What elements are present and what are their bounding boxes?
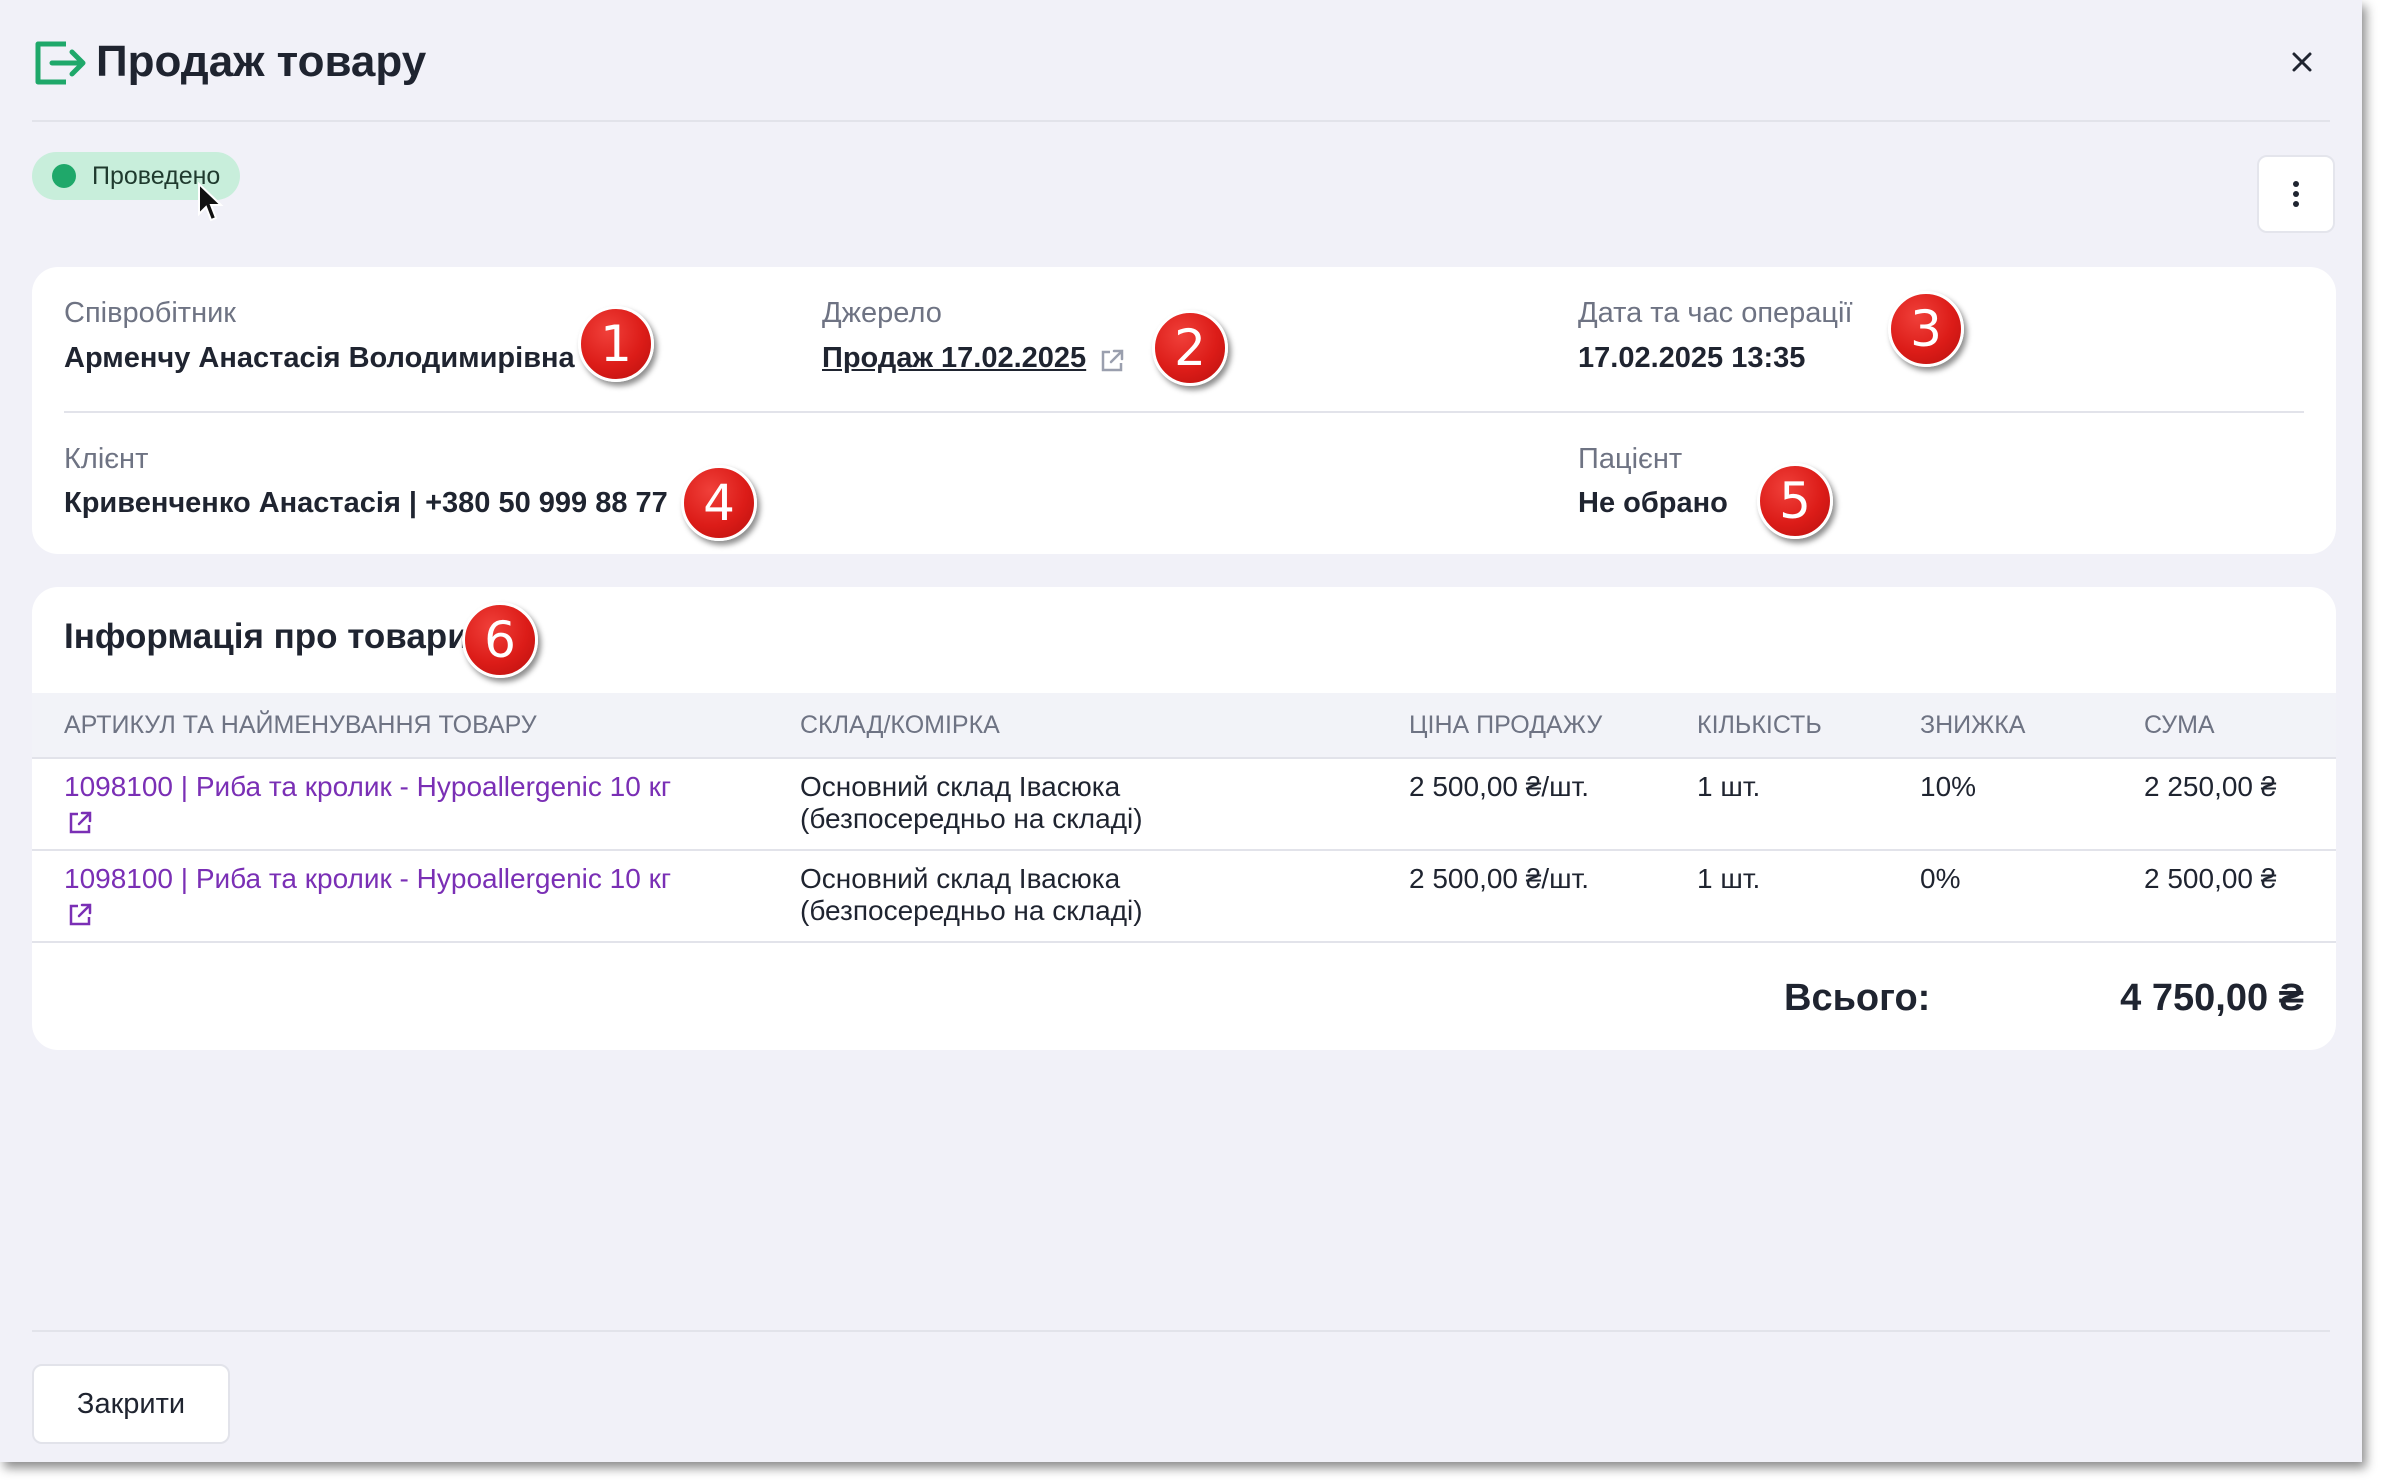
annotation-marker-1: 1	[578, 306, 654, 382]
column-header-product: Артикул та найменування товару	[64, 711, 537, 739]
discount-cell: 0%	[1920, 863, 1961, 894]
annotation-marker-6: 6	[462, 602, 538, 678]
mouse-cursor-icon	[198, 182, 224, 222]
info-divider	[64, 411, 2304, 413]
annotation-marker-2: 2	[1152, 310, 1228, 386]
goods-info-card: Інформація про товари Артикул та наймену…	[32, 587, 2336, 1050]
external-link-icon[interactable]	[1098, 347, 1126, 375]
employee-label: Співробітник	[64, 297, 236, 329]
close-button[interactable]: Закрити	[32, 1364, 230, 1444]
exit-icon	[35, 41, 86, 85]
dialog-title: Продаж товару	[96, 37, 427, 86]
warehouse-cell-location: (безпосередньо на складі)	[800, 803, 1143, 834]
more-options-button[interactable]	[2257, 155, 2335, 233]
table-row: 1098100 | Риба та кролик - Hypoallergeni…	[32, 851, 2336, 943]
price-cell: 2 500,00 ₴/шт.	[1409, 863, 1590, 894]
product-link[interactable]: 1098100 | Риба та кролик - Hypoallergeni…	[64, 771, 671, 803]
table-row: 1098100 | Риба та кролик - Hypoallergeni…	[32, 759, 2336, 851]
patient-value: Не обрано	[1578, 487, 1728, 519]
dialog-header: Продаж товару	[32, 30, 2330, 122]
annotation-marker-5: 5	[1757, 463, 1833, 539]
footer-divider	[32, 1330, 2330, 1332]
total-value: 4 750,00 ₴	[2120, 977, 2304, 1019]
price-cell: 2 500,00 ₴/шт.	[1409, 771, 1590, 802]
warehouse-name: Основний склад Івасюка	[800, 771, 1121, 802]
goods-section-title: Інформація про товари	[64, 617, 469, 656]
quantity-cell: 1 шт.	[1697, 863, 1761, 894]
employee-value: Арменчу Анастасія Володимирівна	[64, 342, 575, 374]
status-dot-icon	[52, 164, 76, 188]
table-header: Артикул та найменування товару Склад/ком…	[32, 693, 2336, 759]
product-link[interactable]: 1098100 | Риба та кролик - Hypoallergeni…	[64, 863, 671, 895]
sum-cell: 2 250,00 ₴	[2144, 771, 2277, 802]
datetime-value: 17.02.2025 13:35	[1578, 342, 1806, 374]
source-label: Джерело	[822, 297, 942, 329]
column-header-quantity: Кількість	[1697, 711, 1822, 739]
datetime-label: Дата та час операції	[1578, 297, 1853, 329]
client-label: Клієнт	[64, 443, 149, 475]
discount-cell: 10%	[1920, 771, 1977, 802]
client-value: Кривенченко Анастасія | +380 50 999 88 7…	[64, 487, 668, 519]
total-label: Всього:	[1784, 977, 1931, 1019]
close-icon[interactable]	[2282, 42, 2322, 82]
warehouse-cell: Основний склад Івасюка (безпосередньо на…	[800, 771, 1143, 835]
vertical-dots-icon	[2293, 181, 2299, 207]
external-link-icon[interactable]	[66, 901, 94, 929]
external-link-icon[interactable]	[66, 809, 94, 837]
source-link[interactable]: Продаж 17.02.2025	[822, 342, 1086, 375]
column-header-discount: Знижка	[1920, 711, 2026, 739]
warehouse-name: Основний склад Івасюка	[800, 863, 1121, 894]
column-header-sum: Сума	[2144, 711, 2215, 739]
patient-label: Пацієнт	[1578, 443, 1683, 475]
warehouse-cell: Основний склад Івасюка (безпосередньо на…	[800, 863, 1143, 927]
sale-dialog: Продаж товару Проведено Співробітник Арм…	[0, 0, 2362, 1462]
column-header-warehouse: Склад/комірка	[800, 711, 1000, 739]
warehouse-cell-location: (безпосередньо на складі)	[800, 895, 1143, 926]
annotation-marker-3: 3	[1888, 291, 1964, 367]
column-header-price: Ціна продажу	[1409, 711, 1603, 739]
sum-cell: 2 500,00 ₴	[2144, 863, 2277, 894]
quantity-cell: 1 шт.	[1697, 771, 1761, 802]
annotation-marker-4: 4	[681, 465, 757, 541]
